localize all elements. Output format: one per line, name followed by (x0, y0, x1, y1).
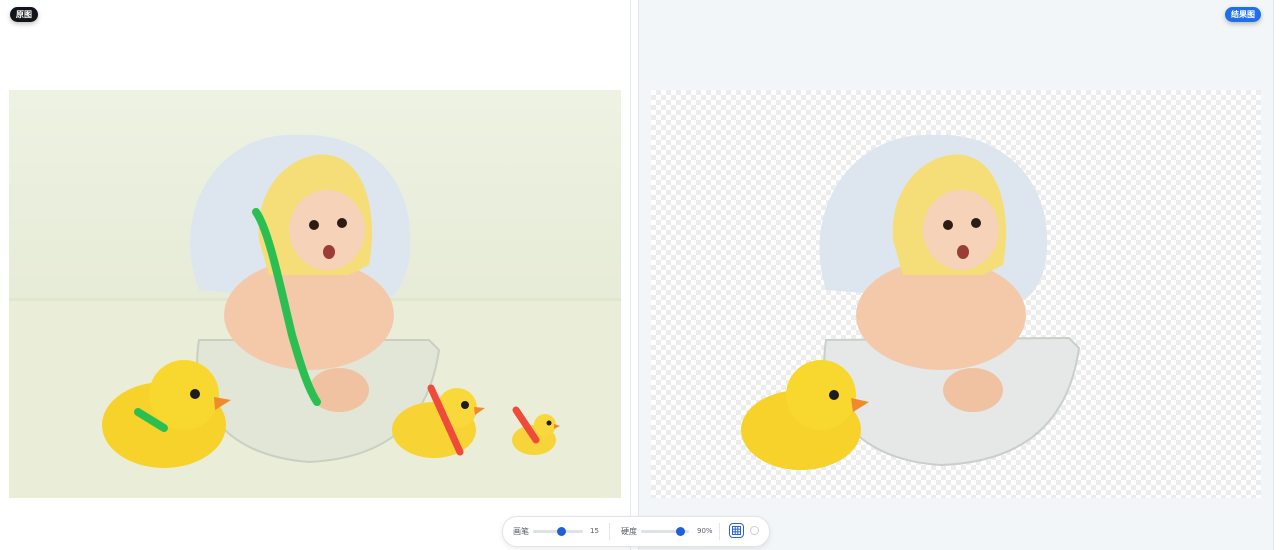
brush-size-label: 画笔 (513, 527, 529, 536)
hardness-slider-thumb[interactable] (676, 527, 685, 536)
result-image[interactable] (651, 90, 1261, 498)
brush-size-slider-thumb[interactable] (557, 527, 566, 536)
hardness-value: 90% (697, 527, 713, 535)
brush-size-value: 15 (590, 527, 599, 535)
white-background-toggle[interactable] (750, 526, 759, 535)
pane-divider (630, 0, 631, 550)
grid-icon (732, 526, 741, 535)
original-badge: 原图 (10, 7, 38, 22)
toolbar-separator (609, 523, 610, 540)
transparent-grid-toggle[interactable] (729, 523, 744, 538)
toolbar-separator (719, 523, 720, 540)
original-image[interactable] (9, 90, 621, 498)
original-pane: 原图 (0, 0, 630, 550)
result-badge: 结果图 (1225, 7, 1261, 22)
brush-toolbar: 画笔 15 硬度 90% (502, 516, 770, 547)
hardness-label: 硬度 (621, 527, 637, 536)
